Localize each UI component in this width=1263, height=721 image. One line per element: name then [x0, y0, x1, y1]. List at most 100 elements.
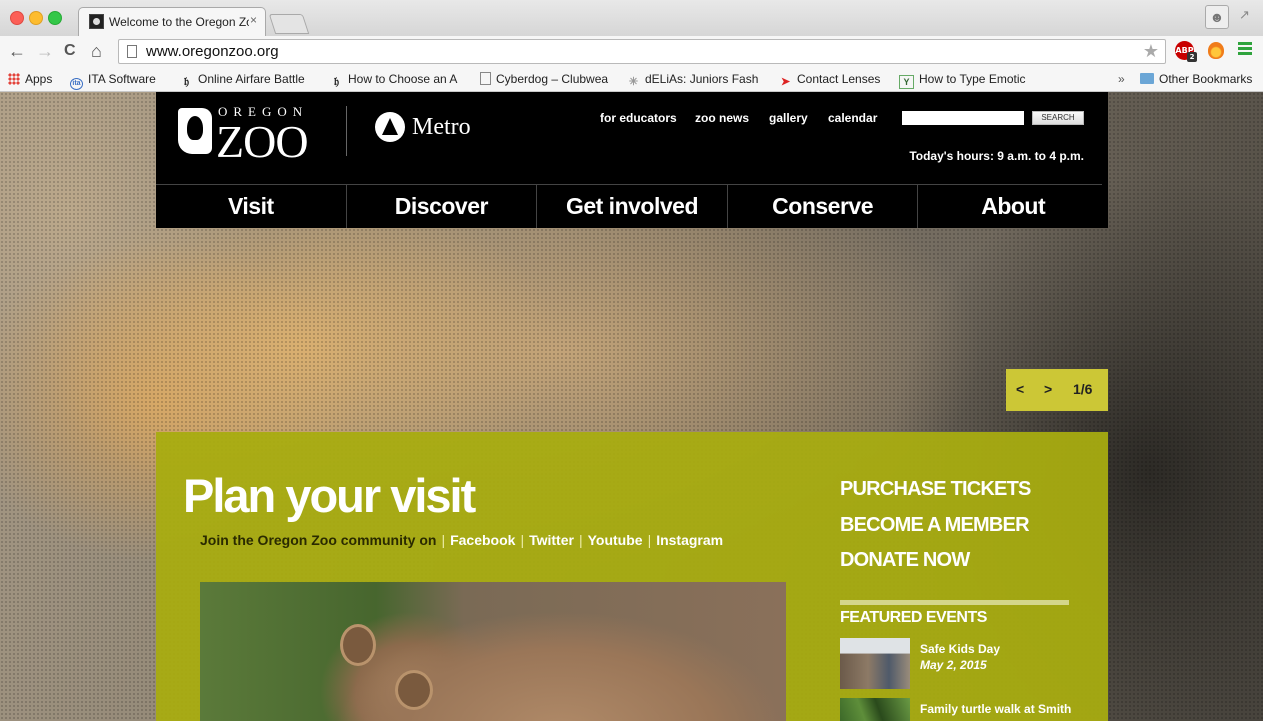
nav-visit[interactable]: Visit	[156, 185, 347, 228]
site-icon: 𝔥	[333, 76, 339, 88]
featured-events-heading: FEATURED EVENTS	[840, 609, 987, 626]
folder-icon	[1140, 73, 1154, 84]
bookmark-how-to-choose[interactable]: 𝔥 How to Choose an A	[330, 72, 465, 88]
bookmark-label: Online Airfare Battle	[198, 72, 305, 86]
link-instagram[interactable]: Instagram	[656, 532, 723, 548]
tab-title: Welcome to the Oregon Zo	[109, 15, 249, 29]
browser-menu-icon[interactable]	[1238, 42, 1252, 57]
site-icon: 𝔥	[183, 76, 189, 88]
link-youtube[interactable]: Youtube	[588, 532, 643, 548]
tab-close-icon[interactable]: ×	[250, 13, 257, 27]
bookmark-apps[interactable]: Apps	[8, 72, 60, 86]
search-input[interactable]	[902, 111, 1024, 125]
site-icon: Y	[899, 75, 914, 89]
apps-grid-icon	[8, 73, 20, 85]
event-name: Family turtle walk at Smith	[920, 702, 1072, 716]
slider-controls: < > 1/6	[1006, 369, 1108, 411]
logo-main-text: ZOO	[216, 116, 309, 167]
event-thumbnail	[840, 638, 910, 689]
link-calendar[interactable]: calendar	[828, 111, 877, 125]
site-header: OREGON ZOO Metro for educators zoo news …	[156, 92, 1108, 228]
address-bar[interactable]: www.oregonzoo.org ★	[118, 39, 1166, 64]
social-links-row: Join the Oregon Zoo community on | Faceboo…	[200, 532, 723, 548]
fullscreen-icon[interactable]: ↗	[1239, 7, 1250, 23]
browser-toolbar: ← → C ⌂ www.oregonzoo.org ★ ABP 2	[0, 36, 1263, 68]
feature-photo-lioness[interactable]	[200, 582, 786, 721]
user-profile-icon[interactable]: ☻	[1205, 5, 1229, 29]
separator: |	[578, 532, 583, 548]
nav-discover[interactable]: Discover	[347, 185, 538, 228]
separator: |	[441, 532, 446, 548]
bookmark-online-airfare[interactable]: 𝔥 Online Airfare Battle	[180, 72, 312, 88]
url-text[interactable]: www.oregonzoo.org	[146, 43, 279, 60]
link-for-educators[interactable]: for educators	[600, 111, 677, 125]
browser-tab-active[interactable]: Welcome to the Oregon Zo ×	[78, 7, 266, 36]
link-facebook[interactable]: Facebook	[450, 532, 515, 548]
slider-prev-button[interactable]: <	[1016, 381, 1024, 397]
link-gallery[interactable]: gallery	[769, 111, 808, 125]
forward-icon[interactable]: →	[36, 41, 54, 61]
slider-counter: 1/6	[1073, 381, 1093, 397]
bookmark-label: Apps	[25, 72, 53, 86]
nav-conserve[interactable]: Conserve	[728, 185, 919, 228]
main-navigation: Visit Discover Get involved Conserve Abo…	[156, 185, 1108, 228]
event-thumbnail	[840, 698, 910, 721]
oregon-zoo-logo[interactable]: OREGON ZOO	[178, 104, 320, 166]
bookmark-cyberdog[interactable]: Cyberdog – Clubwea	[480, 72, 612, 86]
donate-now-link[interactable]: DONATE NOW	[840, 549, 970, 572]
bookmark-label: Contact Lenses	[797, 72, 881, 86]
bookmark-contact-lenses[interactable]: ➤ Contact Lenses	[779, 72, 883, 88]
bookmark-label: ITA Software	[88, 72, 156, 86]
plan-your-visit-panel: Plan your visit Join the Oregon Zoo comm…	[156, 432, 1108, 721]
browser-tab-strip: Welcome to the Oregon Zo × ☻ ↗	[0, 0, 1263, 36]
link-zoo-news[interactable]: zoo news	[695, 111, 749, 125]
bookmark-ita-software[interactable]: ita ITA Software	[70, 72, 165, 90]
slider-next-button[interactable]: >	[1044, 381, 1052, 397]
page-viewport: OREGON ZOO Metro for educators zoo news …	[0, 92, 1263, 721]
separator: |	[520, 532, 525, 548]
nav-about[interactable]: About	[918, 185, 1108, 228]
zoom-window-button[interactable]	[48, 11, 62, 25]
other-bookmarks-label: Other Bookmarks	[1159, 72, 1253, 86]
back-icon[interactable]: ←	[8, 41, 26, 61]
social-lead-text: Join the Oregon Zoo community on	[200, 532, 437, 548]
page-icon	[480, 72, 491, 85]
event-date: May 2, 2015	[920, 658, 987, 672]
bookmark-delias[interactable]: ✳ dELiAs: Juniors Fash	[627, 72, 765, 88]
event-item[interactable]: Family turtle walk at Smith	[840, 698, 1072, 721]
bookmarks-bar: Apps ita ITA Software 𝔥 Online Airfare Bat…	[0, 68, 1263, 92]
logo-divider	[346, 106, 347, 156]
lioness-ear	[340, 624, 376, 666]
link-twitter[interactable]: Twitter	[529, 532, 574, 548]
search-button[interactable]: SEARCH	[1032, 111, 1084, 125]
contact-icon: ➤	[780, 76, 791, 88]
metro-icon	[375, 112, 405, 142]
new-tab-button[interactable]	[268, 14, 310, 34]
adblock-count-badge: 2	[1187, 52, 1197, 62]
metro-text: Metro	[412, 114, 471, 140]
other-bookmarks[interactable]: Other Bookmarks	[1140, 72, 1260, 86]
bookmark-label: How to Choose an A	[348, 72, 458, 86]
delias-icon: ✳	[628, 76, 639, 88]
minimize-window-button[interactable]	[29, 11, 43, 25]
bookmark-label: How to Type Emotic	[919, 72, 1026, 86]
home-icon[interactable]: ⌂	[91, 41, 102, 61]
bookmark-how-to-type[interactable]: Y How to Type Emotic	[899, 72, 1034, 89]
reload-icon[interactable]: C	[64, 41, 76, 61]
plan-visit-heading: Plan your visit	[183, 469, 476, 522]
close-window-button[interactable]	[10, 11, 24, 25]
bookmark-star-icon[interactable]: ★	[1143, 41, 1159, 62]
adblock-plus-icon[interactable]: ABP 2	[1175, 41, 1197, 62]
bookmarks-overflow-chevron[interactable]: »	[1118, 72, 1125, 86]
nav-get-involved[interactable]: Get involved	[537, 185, 728, 228]
todays-hours: Today's hours: 9 a.m. to 4 p.m.	[909, 149, 1084, 163]
events-divider	[840, 600, 1069, 605]
purchase-tickets-link[interactable]: PURCHASE TICKETS	[840, 478, 1031, 501]
bookmark-label: dELiAs: Juniors Fash	[645, 72, 759, 86]
extension-fox-icon[interactable]	[1208, 42, 1224, 59]
elephant-logo-icon	[178, 108, 212, 154]
become-member-link[interactable]: BECOME A MEMBER	[840, 514, 1030, 537]
separator: |	[647, 532, 652, 548]
event-item[interactable]: Safe Kids Day May 2, 2015	[840, 638, 1070, 690]
event-name: Safe Kids Day	[920, 642, 1001, 656]
